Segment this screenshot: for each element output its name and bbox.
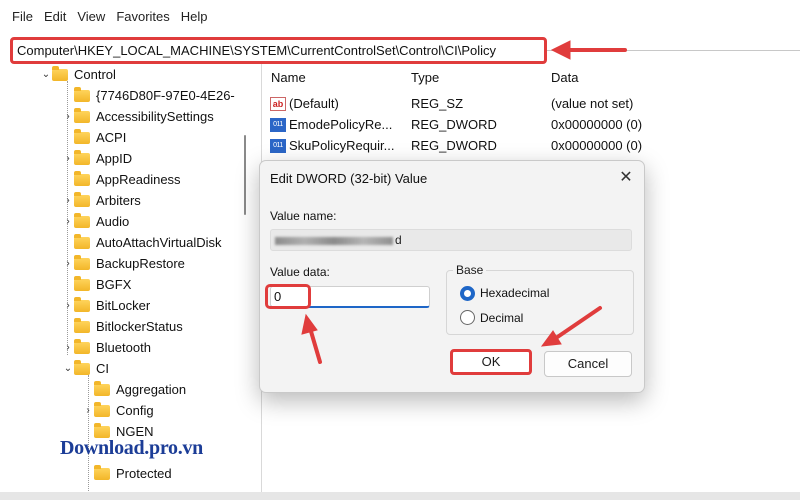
window-bottom-edge bbox=[0, 492, 800, 500]
watermark: Download.pro.vn bbox=[60, 437, 203, 459]
arrow-head bbox=[540, 330, 562, 347]
arrow-to-ok-button bbox=[554, 306, 602, 340]
annotation-arrows bbox=[301, 40, 627, 364]
arrow-head bbox=[301, 313, 318, 335]
arrow-head bbox=[550, 40, 571, 60]
arrow-to-value-data bbox=[308, 326, 322, 364]
